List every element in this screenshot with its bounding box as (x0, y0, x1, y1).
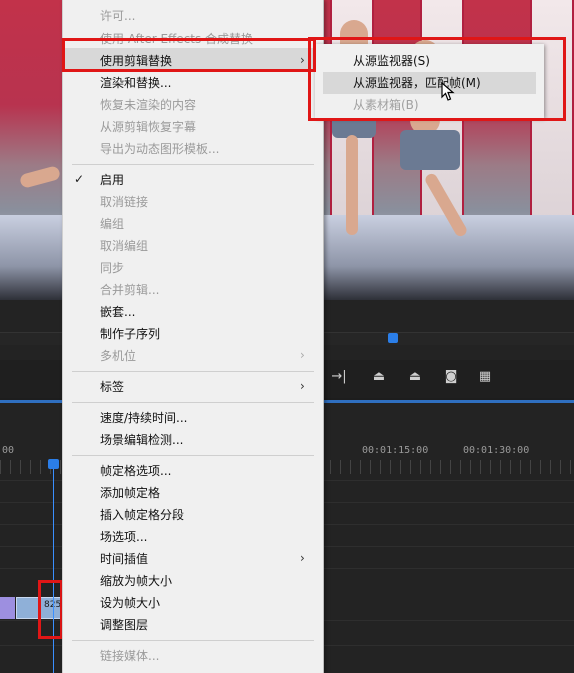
annotation-highlight-clip (38, 580, 63, 639)
menu-item-nest[interactable]: 嵌套... (100, 304, 135, 320)
submenu-arrow-icon: › (300, 551, 305, 565)
timecode-label: 00:01:30:00 (463, 445, 530, 456)
menu-item-label[interactable]: 标签 (100, 379, 124, 395)
compare-view-icon[interactable]: ▦ (476, 368, 494, 386)
monitor-playhead[interactable] (388, 333, 398, 343)
extract-icon[interactable]: ⏏ (406, 368, 424, 386)
overwrite-icon[interactable]: →| (330, 368, 348, 386)
menu-item-insert-frame-hold-segment[interactable]: 插入帧定格分段 (100, 507, 184, 523)
menu-divider (72, 402, 314, 403)
menu-item-license[interactable]: 许可... (100, 8, 135, 24)
menu-item-frame-hold-options[interactable]: 帧定格选项... (100, 463, 171, 479)
menu-item-export-mogrt[interactable]: 导出为动态图形模板... (100, 141, 219, 157)
menu-divider (72, 640, 314, 641)
submenu-arrow-icon: › (300, 379, 305, 393)
timecode-label: 00:01:15:00 (362, 445, 429, 456)
menu-item-speed-duration[interactable]: 速度/持续时间... (100, 410, 188, 426)
menu-item-ungroup[interactable]: 取消编组 (100, 238, 148, 254)
checkmark-icon: ✓ (74, 172, 85, 186)
menu-item-multi-camera[interactable]: 多机位 (100, 348, 136, 364)
menu-divider (72, 164, 314, 165)
menu-item-group[interactable]: 编组 (100, 216, 124, 232)
menu-item-render-and-replace[interactable]: 渲染和替换... (100, 75, 171, 91)
timeline-playhead-line[interactable] (53, 460, 54, 673)
timecode-label: 00 (2, 445, 15, 456)
menu-divider (72, 455, 314, 456)
menu-item-time-interpolation[interactable]: 时间插值 (100, 551, 148, 567)
mouse-cursor-icon (441, 82, 455, 101)
timeline-playhead-handle[interactable] (48, 459, 59, 469)
menu-item-synchronize[interactable]: 同步 (100, 260, 124, 276)
menu-item-link-media[interactable]: 链接媒体... (100, 648, 159, 664)
menu-item-scene-edit-detection[interactable]: 场景编辑检测... (100, 432, 183, 448)
annotation-highlight-submenu (308, 37, 566, 121)
menu-item-scale-to-frame-size[interactable]: 缩放为帧大小 (100, 573, 172, 589)
menu-item-add-frame-hold[interactable]: 添加帧定格 (100, 485, 160, 501)
menu-item-make-subsequence[interactable]: 制作子序列 (100, 326, 160, 342)
menu-item-field-options[interactable]: 场选项... (100, 529, 147, 545)
menu-item-adjustment-layer[interactable]: 调整图层 (100, 617, 148, 633)
annotation-highlight-menu-item (62, 38, 316, 72)
camera-icon[interactable]: ◙ (442, 368, 460, 386)
menu-divider (72, 371, 314, 372)
menu-item-set-to-frame-size[interactable]: 设为帧大小 (100, 595, 160, 611)
menu-item-restore-captions[interactable]: 从源剪辑恢复字幕 (100, 119, 196, 135)
submenu-arrow-icon: › (300, 348, 305, 362)
menu-item-merge-clips[interactable]: 合并剪辑... (100, 282, 159, 298)
lift-icon[interactable]: ⏏ (370, 368, 388, 386)
menu-item-enable[interactable]: 启用 (100, 172, 124, 188)
menu-item-restore-unrendered[interactable]: 恢复未渲染的内容 (100, 97, 196, 113)
menu-item-unlink[interactable]: 取消链接 (100, 194, 148, 210)
timeline-clip[interactable] (0, 597, 15, 619)
